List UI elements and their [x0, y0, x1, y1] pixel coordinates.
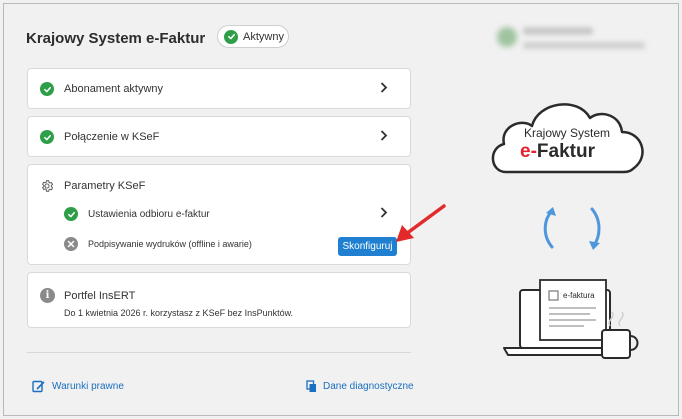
dane-diagnostyczne-label: Dane diagnostyczne	[323, 381, 414, 392]
card-abonament[interactable]: Abonament aktywny	[27, 68, 411, 109]
warunki-prawne-link[interactable]: Warunki prawne	[32, 380, 124, 393]
laptop-illustration: e-faktura	[500, 276, 642, 364]
abonament-label: Abonament aktywny	[64, 83, 164, 95]
status-badge: Aktywny	[217, 25, 289, 48]
ustawienia-row[interactable]: Ustawienia odbioru e-faktur	[28, 207, 410, 221]
user-email-blurred	[523, 42, 645, 49]
chevron-right-icon[interactable]	[380, 130, 388, 144]
info-icon: i	[40, 288, 55, 303]
ustawienia-label: Ustawienia odbioru e-faktur	[88, 208, 210, 220]
abonament-row[interactable]: Abonament aktywny	[28, 82, 410, 96]
pointer-arrow-icon	[396, 204, 446, 242]
cloud-line2: e-Faktur	[520, 141, 595, 163]
cloud-e-prefix: e-	[520, 141, 537, 162]
cloud-line1: Krajowy System	[524, 126, 611, 140]
chevron-right-icon[interactable]	[380, 82, 388, 96]
check-circle-icon	[40, 82, 54, 96]
podpisywanie-label: Podpisywanie wydruków (offline i awarie)	[88, 239, 252, 249]
window-frame: Krajowy System e-Faktur Aktywny Abonamen…	[3, 3, 679, 416]
chevron-right-icon[interactable]	[380, 207, 388, 221]
divider	[27, 352, 411, 353]
card-polaczenie[interactable]: Połączenie w KSeF	[27, 116, 411, 157]
portfel-text: Do 1 kwietnia 2026 r. korzystasz z KSeF …	[64, 308, 294, 318]
warunki-prawne-label: Warunki prawne	[52, 381, 124, 392]
dane-diagnostyczne-link[interactable]: Dane diagnostyczne	[306, 380, 414, 393]
doc-label: e-faktura	[563, 291, 595, 300]
gear-icon	[40, 179, 54, 193]
x-circle-icon	[64, 237, 78, 251]
copy-icon	[306, 380, 317, 393]
sync-arrows-icon	[543, 207, 601, 250]
portfel-title: Portfel InsERT	[64, 290, 136, 302]
status-badge-label: Aktywny	[243, 30, 284, 43]
ksef-cloud-illustration: Krajowy System e-Faktur	[486, 92, 654, 184]
skonfiguruj-button[interactable]: Skonfiguruj	[338, 237, 397, 256]
check-circle-icon	[40, 130, 54, 144]
user-name-blurred	[523, 27, 593, 35]
user-avatar[interactable]	[497, 27, 517, 47]
cloud-faktur: Faktur	[536, 141, 595, 162]
check-circle-icon	[224, 29, 238, 44]
check-circle-icon	[64, 207, 78, 221]
document-edit-icon	[32, 380, 46, 393]
parametry-title: Parametry KSeF	[64, 180, 146, 192]
polaczenie-row[interactable]: Połączenie w KSeF	[28, 130, 410, 144]
polaczenie-label: Połączenie w KSeF	[64, 131, 160, 143]
page-title: Krajowy System e-Faktur	[26, 30, 206, 47]
parametry-header: Parametry KSeF	[28, 179, 410, 193]
